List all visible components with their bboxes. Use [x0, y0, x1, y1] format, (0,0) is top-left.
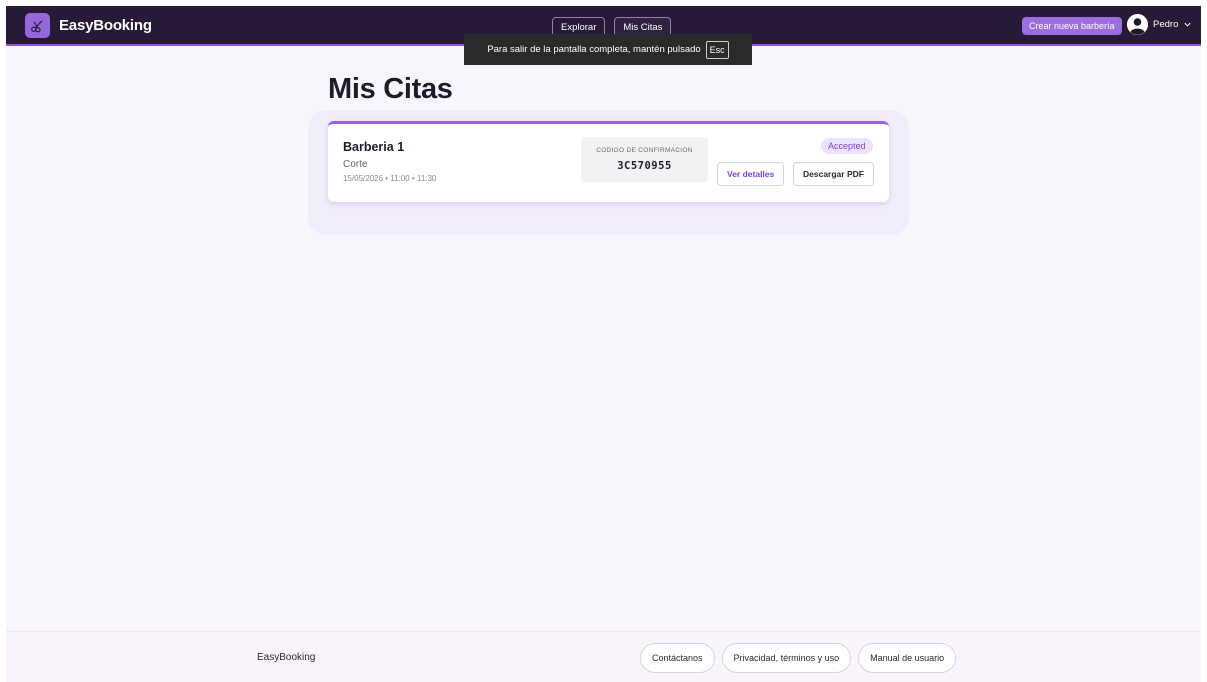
fullscreen-notice-text: Para salir de la pantalla completa, mant… — [487, 44, 701, 55]
user-menu[interactable]: Pedro — [1127, 14, 1192, 35]
confirmation-code: 3C570955 — [617, 160, 672, 172]
confirmation-code-label: CODIGO DE CONFIRMACION — [596, 147, 693, 154]
user-name: Pedro — [1153, 19, 1179, 30]
footer-brand: EasyBooking — [257, 652, 316, 663]
footer-links: Contáctanos Privacidad, términos y uso M… — [640, 643, 957, 673]
status-badge: Accepted — [821, 138, 873, 154]
appointment-card: Barberia 1 Corte 15/05/2026 • 11:00 • 11… — [328, 121, 889, 202]
footer-link-manual[interactable]: Manual de usuario — [858, 643, 957, 673]
appointment-shop-name: Barberia 1 — [343, 140, 405, 154]
fullscreen-exit-notice: Para salir de la pantalla completa, mant… — [464, 34, 752, 65]
page-title: Mis Citas — [328, 73, 453, 105]
appointment-service: Corte — [343, 159, 368, 170]
user-avatar-icon — [1127, 14, 1148, 35]
scissors-icon — [25, 13, 50, 38]
confirmation-code-box: CODIGO DE CONFIRMACION 3C570955 — [581, 137, 708, 182]
esc-key-hint: Esc — [705, 40, 729, 59]
brand-logo-link[interactable]: EasyBooking — [25, 13, 152, 38]
download-pdf-button[interactable]: Descargar PDF — [793, 162, 874, 186]
footer-link-contact[interactable]: Contáctanos — [640, 643, 715, 673]
appointment-datetime: 15/05/2026 • 11:00 • 11:30 — [343, 174, 437, 183]
chevron-down-icon — [1183, 16, 1192, 34]
create-barbershop-button[interactable]: Crear nueva barbería — [1022, 17, 1122, 35]
app-window: EasyBooking Explorar Mis Citas Crear nue… — [6, 6, 1201, 682]
footer-link-privacy[interactable]: Privacidad, términos y uso — [721, 643, 852, 673]
view-details-button[interactable]: Ver detalles — [717, 162, 785, 186]
brand-name: EasyBooking — [59, 17, 152, 34]
page-footer: EasyBooking Contáctanos Privacidad, térm… — [6, 631, 1201, 682]
